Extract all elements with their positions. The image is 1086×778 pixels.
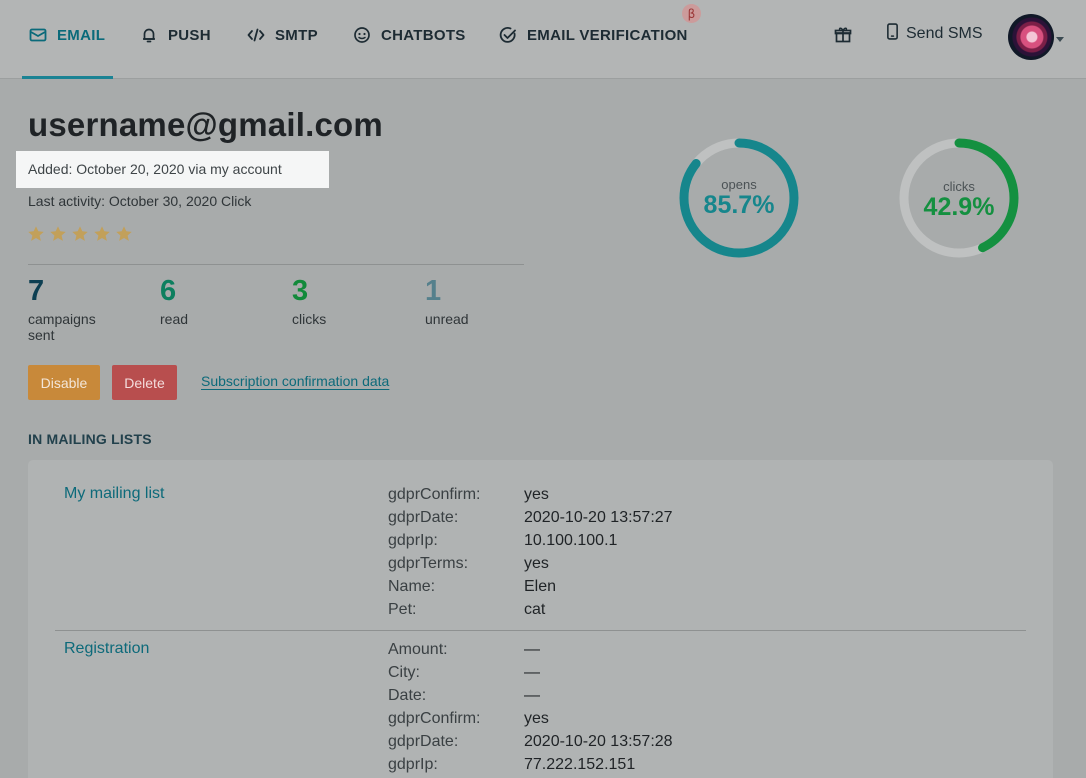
field-value: — [524, 663, 540, 681]
field-row: gdprConfirm: yes [388, 483, 673, 506]
field-row: gdprDate: 2020-10-20 13:57:27 [388, 506, 673, 529]
field-row: gdprConfirm: yes [388, 707, 673, 730]
star-icon [50, 226, 66, 241]
stat-clicks: 3 clicks [292, 275, 372, 327]
stat-read: 6 read [160, 275, 240, 327]
stat-value: 1 [425, 275, 442, 307]
field-key: gdprDate: [388, 508, 459, 526]
opens-gauge-value: 85.7% [703, 191, 775, 219]
delete-button[interactable]: Delete [112, 365, 177, 400]
list-fields: Amount: — City: — Date: — gdprConfirm: yes g… [388, 638, 673, 776]
nav-email-verification-label: EMAIL VERIFICATION [527, 26, 688, 44]
rating-stars [27, 225, 133, 243]
stat-label: clicks [292, 311, 327, 327]
stat-value: 3 [292, 275, 309, 307]
beta-badge: β [682, 4, 701, 23]
nav-chatbots-label: CHATBOTS [381, 26, 466, 44]
field-key: Name: [388, 577, 436, 595]
field-value: yes [524, 485, 549, 503]
list-divider [55, 630, 1026, 631]
stat-label: unread [425, 311, 469, 327]
field-key: gdprConfirm: [388, 709, 481, 727]
field-key: Pet: [388, 600, 417, 618]
stat-campaigns-sent: 7 campaigns sent [28, 275, 108, 343]
field-row: Name: Elen [388, 575, 673, 598]
field-value: 2020-10-20 13:57:27 [524, 508, 673, 526]
stat-value: 6 [160, 275, 177, 307]
added-info-highlight: Added: October 20, 2020 via my account [16, 151, 329, 188]
opens-gauge: opens 85.7% [677, 136, 801, 260]
stat-unread: 1 unread [425, 275, 505, 327]
subscriber-email: username@gmail.com [28, 106, 383, 143]
mailing-lists-card: My mailing list gdprConfirm: yes gdprDate… [28, 460, 1053, 778]
send-sms-button[interactable]: Send SMS [886, 22, 983, 46]
last-activity: Last activity: October 30, 2020 Click [28, 193, 252, 209]
field-row: Amount: — [388, 638, 673, 661]
field-row: gdprIp: 10.100.100.1 [388, 529, 673, 552]
send-sms-label: Send SMS [906, 25, 983, 42]
gift-icon[interactable] [833, 25, 853, 45]
field-row: Pet: cat [388, 598, 673, 621]
chatbot-icon [352, 25, 372, 45]
nav-smtp-label: SMTP [275, 26, 318, 44]
chevron-down-icon[interactable] [1056, 37, 1064, 42]
field-key: Amount: [388, 640, 448, 658]
field-value: 10.100.100.1 [524, 531, 618, 549]
field-value: 77.222.152.151 [524, 755, 636, 773]
field-key: Date: [388, 686, 427, 704]
avatar[interactable] [1008, 14, 1054, 60]
field-row: gdprDate: 2020-10-20 13:57:28 [388, 730, 673, 753]
field-value: — [524, 640, 540, 658]
field-key: gdprDate: [388, 732, 459, 750]
field-key: gdprTerms: [388, 554, 469, 572]
code-icon [246, 25, 266, 45]
field-row: Date: — [388, 684, 673, 707]
check-circle-icon [498, 25, 518, 45]
clicks-gauge-label: clicks [943, 179, 975, 194]
field-key: gdprIp: [388, 531, 438, 549]
field-value: yes [524, 709, 549, 727]
added-info: Added: October 20, 2020 via my account [28, 161, 282, 177]
star-icon [94, 226, 110, 241]
nav-smtp[interactable]: SMTP [246, 24, 318, 46]
star-icon [28, 226, 44, 241]
nav-email-label: EMAIL [57, 26, 106, 44]
star-icon [116, 226, 132, 241]
stat-label: read [160, 311, 189, 327]
field-value: yes [524, 554, 549, 572]
top-navigation: EMAIL PUSH SMTP CHATBOTS EMAIL VERIFICAT… [0, 0, 1086, 79]
field-value: Elen [524, 577, 557, 595]
list-name-registration[interactable]: Registration [64, 640, 149, 658]
opens-gauge-label: opens [721, 177, 757, 192]
field-key: gdprIp: [388, 755, 438, 773]
field-key: gdprConfirm: [388, 485, 481, 503]
field-row: gdprTerms: yes [388, 552, 673, 575]
stat-label: campaigns sent [28, 311, 96, 343]
field-value: 2020-10-20 13:57:28 [524, 732, 673, 750]
field-value: cat [524, 600, 546, 618]
stat-value: 7 [28, 275, 45, 307]
nav-push-label: PUSH [168, 26, 211, 44]
nav-push[interactable]: PUSH [139, 24, 211, 46]
mail-icon [28, 25, 48, 45]
field-key: City: [388, 663, 420, 681]
disable-button[interactable]: Disable [28, 365, 100, 400]
nav-email[interactable]: EMAIL [28, 24, 105, 46]
nav-email-verification[interactable]: EMAIL VERIFICATION [498, 24, 688, 46]
subscription-confirmation-link[interactable]: Subscription confirmation data [201, 373, 389, 389]
field-row: City: — [388, 661, 673, 684]
clicks-gauge-value: 42.9% [923, 193, 995, 221]
divider [28, 264, 524, 265]
field-row: gdprIp: 77.222.152.151 [388, 753, 673, 776]
active-tab-indicator [22, 76, 113, 79]
list-fields: gdprConfirm: yes gdprDate: 2020-10-20 13:5… [388, 483, 673, 621]
nav-chatbots[interactable]: CHATBOTS [352, 24, 466, 46]
list-name-my-mailing-list[interactable]: My mailing list [64, 485, 164, 503]
mailing-lists-title: IN MAILING LISTS [28, 431, 152, 447]
clicks-gauge: clicks 42.9% [897, 136, 1021, 260]
field-value: — [524, 686, 540, 704]
star-icon [72, 226, 88, 241]
bell-icon [139, 25, 159, 45]
phone-icon [886, 22, 899, 46]
